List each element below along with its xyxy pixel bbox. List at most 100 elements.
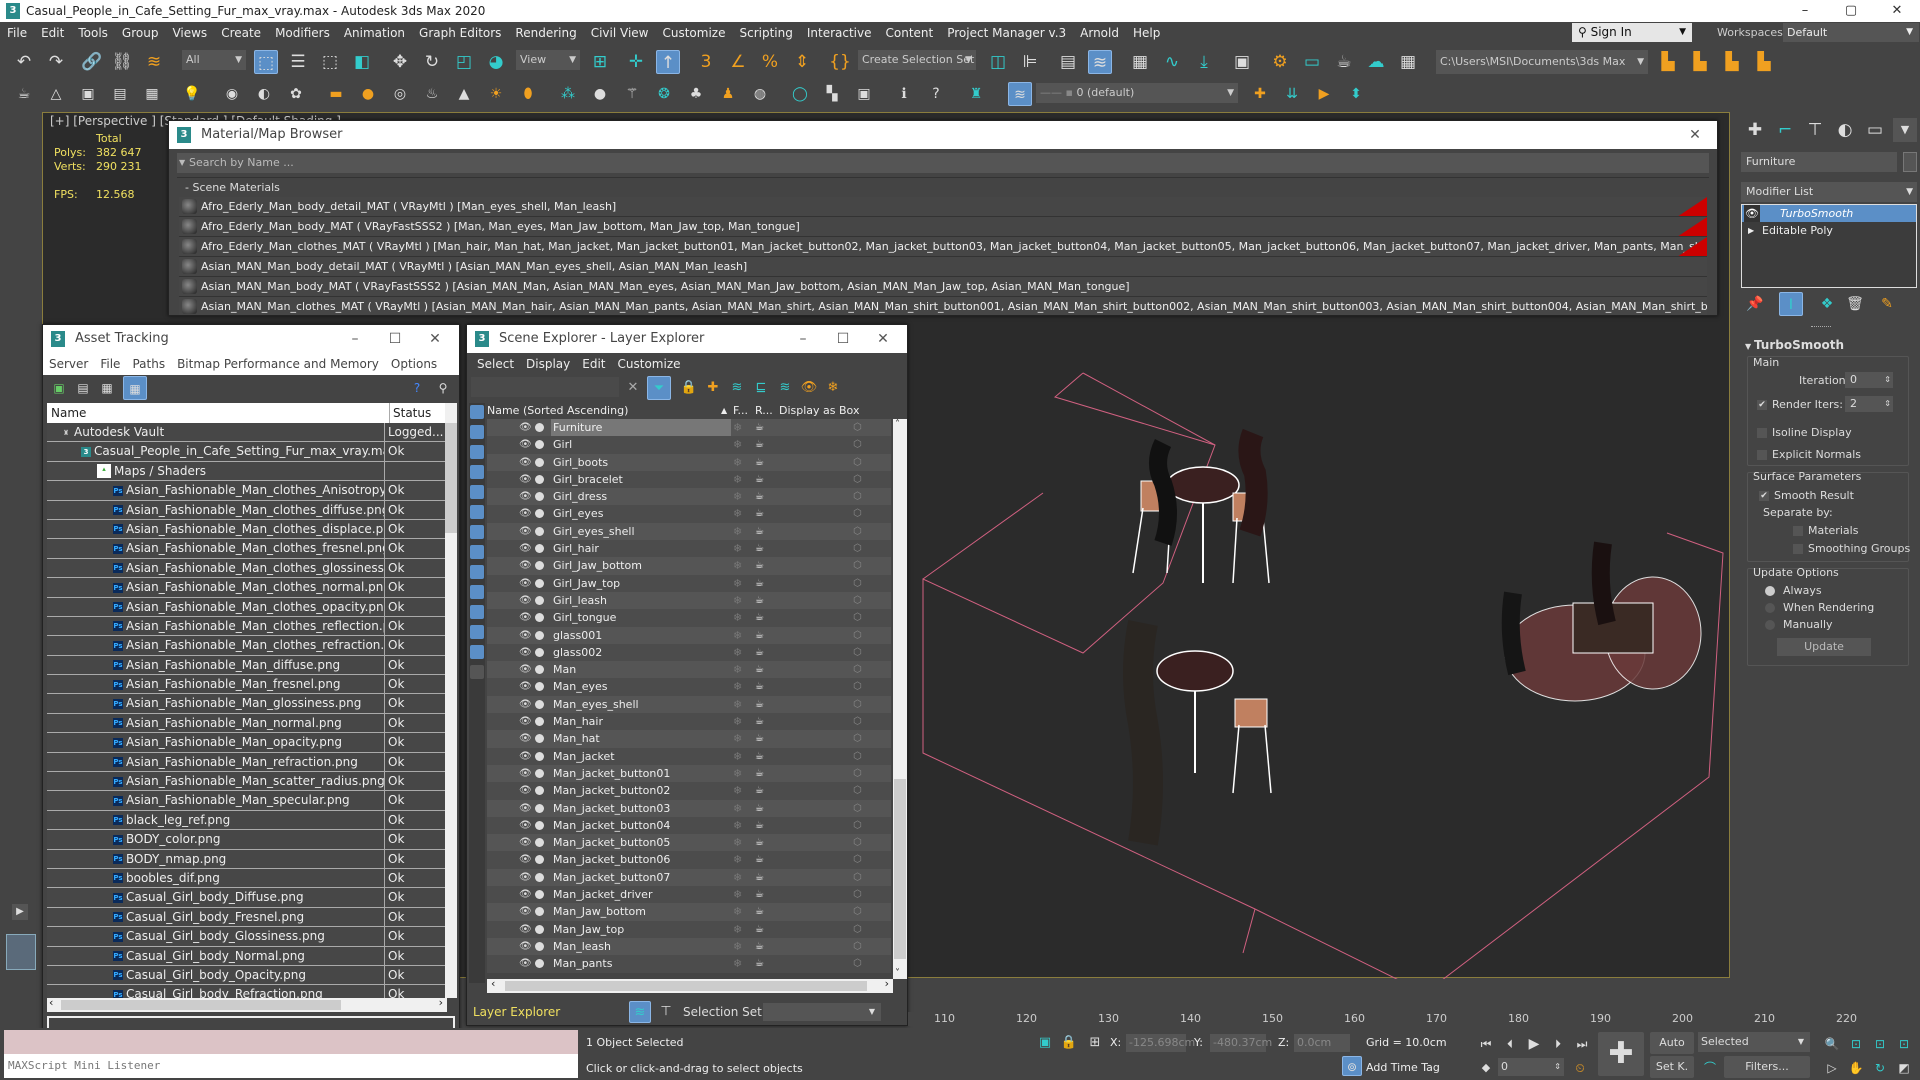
scale-icon[interactable]: ◰ [452, 50, 476, 74]
scene-object-row[interactable]: 👁 Man ❄ ☕ ⬡ [487, 661, 891, 679]
material-browser-titlebar[interactable]: 3 Material/Map Browser ✕ [169, 121, 1717, 149]
freeze-icon[interactable]: ❄ [733, 782, 742, 799]
display-as-box-icon[interactable]: ⬡ [853, 921, 862, 938]
spinner-snap-icon[interactable]: ⇕ [790, 50, 814, 74]
redo-icon[interactable]: ↷ [44, 50, 68, 74]
filter-icon[interactable]: ⏷ [647, 376, 671, 400]
asset-row[interactable]: Ps Asian_Fashionable_Man_clothes_refracti… [47, 636, 447, 656]
scene-object-row[interactable]: 👁 Girl_eyes ❄ ☕ ⬡ [487, 505, 891, 523]
display-as-box-icon[interactable]: ⬡ [853, 938, 862, 955]
renderable-teapot-icon[interactable]: ☕ [755, 748, 764, 765]
menu-customize[interactable]: Customize [612, 353, 687, 375]
plane-icon[interactable]: ▬ [324, 82, 348, 106]
display-frozen-icon[interactable] [470, 625, 484, 639]
light-icon[interactable]: 💡 [180, 82, 204, 106]
asset-row[interactable]: Ps Asian_Fashionable_Man_clothes_normal.p… [47, 578, 447, 598]
menu-create[interactable]: Create [214, 22, 268, 44]
layer-status-dot-icon[interactable] [535, 509, 544, 519]
layer-status-dot-icon[interactable] [535, 578, 544, 588]
isolate-selection-icon[interactable]: ▣ [1036, 1034, 1054, 1052]
renderable-teapot-icon[interactable]: ☕ [755, 921, 764, 938]
workspaces-dropdown[interactable]: Default ▼ [1783, 23, 1919, 42]
scene-object-row[interactable]: 👁 Man_jacket_button06 ❄ ☕ ⬡ [487, 851, 891, 869]
zoom-icon[interactable]: 🔍 [1822, 1032, 1842, 1052]
freeze-icon[interactable]: ❄ [733, 748, 742, 765]
visibility-eye-icon[interactable]: 👁 [519, 955, 532, 972]
visibility-eye-icon[interactable]: 👁 [519, 644, 532, 661]
unlink-icon[interactable]: ⛓ [110, 50, 134, 74]
renderable-teapot-icon[interactable]: ☕ [755, 903, 764, 920]
layer-status-dot-icon[interactable] [535, 734, 544, 744]
layer-status-dot-icon[interactable] [535, 682, 544, 692]
scroll-down-icon[interactable]: ˅ [895, 968, 900, 979]
layer-status-dot-icon[interactable] [535, 803, 544, 813]
asset-row[interactable]: Ps Asian_Fashionable_Man_fresnel.png Ok [47, 675, 447, 695]
visibility-eye-icon[interactable]: 👁 [519, 523, 532, 540]
display-as-box-icon[interactable]: ⬡ [853, 540, 862, 557]
display-as-box-icon[interactable]: ⬡ [853, 886, 862, 903]
scene-object-row[interactable]: 👁 glass001 ❄ ☕ ⬡ [487, 626, 891, 644]
visibility-eye-icon[interactable]: 👁 [519, 886, 532, 903]
renderable-teapot-icon[interactable]: ☕ [755, 678, 764, 695]
renderable-teapot-icon[interactable]: ☕ [755, 800, 764, 817]
visibility-eye-icon[interactable]: 👁 [519, 696, 532, 713]
scroll-up-icon[interactable]: ˄ [895, 419, 900, 430]
material-search-input[interactable]: ▼ Search by Name ... [177, 153, 1709, 173]
display-spacewarps-icon[interactable] [470, 525, 484, 539]
fur-icon[interactable]: ⁂ [556, 82, 580, 106]
teapot-prim-icon[interactable]: ♨ [420, 82, 444, 106]
freeze-icon[interactable]: ❄ [733, 609, 742, 626]
visibility-eye-icon[interactable]: 👁 [519, 869, 532, 886]
visibility-eye-icon[interactable]: 👁 [519, 782, 532, 799]
layer-status-dot-icon[interactable] [535, 595, 544, 605]
move-icon[interactable]: ✥ [388, 50, 412, 74]
menu-server[interactable]: Server [43, 353, 94, 375]
scene-object-row[interactable]: 👁 Man_jacket_button03 ❄ ☕ ⬡ [487, 799, 891, 817]
asset-row[interactable]: Ps Asian_Fashionable_Man_clothes_Anisotro… [47, 481, 447, 501]
expand-arrow-icon[interactable]: ▶ [1748, 222, 1754, 239]
layer-status-dot-icon[interactable] [535, 423, 544, 432]
renderable-teapot-icon[interactable]: ☕ [755, 644, 764, 661]
layers-toggle-icon[interactable]: ≋ [1008, 82, 1032, 106]
hide-layer-icon[interactable]: 👁 [797, 376, 821, 400]
layer-explorer-icon[interactable]: ≋ [1088, 50, 1112, 74]
scene-horizontal-scrollbar[interactable]: ‹ › [487, 977, 893, 993]
y-coordinate-field[interactable]: -480.37cm [1210, 1034, 1272, 1052]
menu-project-manager[interactable]: Project Manager v.3 [940, 22, 1073, 44]
menu-graph-editors[interactable]: Graph Editors [412, 22, 508, 44]
asset-row[interactable]: Ps Casual_Girl_body_Normal.png Ok [47, 946, 447, 966]
renderable-teapot-icon[interactable]: ☕ [755, 886, 764, 903]
mirror-icon[interactable]: ◫ [986, 50, 1010, 74]
modify-tab-icon[interactable]: ⌐ [1773, 118, 1797, 142]
scene-search-input[interactable] [471, 377, 619, 397]
display-as-box-icon[interactable]: ⬡ [853, 678, 862, 695]
layer-status-dot-icon[interactable] [535, 699, 544, 709]
schematic-view-icon[interactable]: ⤓ [1192, 50, 1216, 74]
stack-item-editable-poly[interactable]: ▶ Editable Poly [1742, 222, 1916, 239]
asset-row[interactable]: Ps boobles_dif.png Ok [47, 868, 447, 889]
display-lights-icon[interactable] [470, 465, 484, 479]
freeze-icon[interactable]: ❄ [733, 903, 742, 920]
scene-object-row[interactable]: 👁 Man_Jaw_top ❄ ☕ ⬡ [487, 920, 891, 938]
display-as-box-icon[interactable]: ⬡ [853, 488, 862, 505]
hierarchy-tab-icon[interactable]: ⊤ [1803, 118, 1827, 142]
zoom-extents-icon[interactable]: ⊡ [1870, 1032, 1890, 1052]
camera-icon[interactable]: ◉ [220, 82, 244, 106]
renderable-teapot-icon[interactable]: ☕ [755, 661, 764, 678]
menu-display[interactable]: Display [520, 353, 576, 375]
orbit-icon[interactable]: ↻ [1870, 1056, 1890, 1076]
scene-object-row[interactable]: 👁 Girl_hair ❄ ☕ ⬡ [487, 540, 891, 558]
layer-status-dot-icon[interactable] [535, 526, 544, 536]
visibility-eye-icon[interactable]: 👁 [519, 557, 532, 574]
vray-icon[interactable]: ✿ [284, 82, 308, 106]
glass-sphere-icon[interactable]: ◯ [788, 82, 812, 106]
set-key-big-button[interactable]: ✚ [1598, 1032, 1644, 1076]
expand-arrow-icon[interactable]: ▶ [12, 904, 28, 920]
scene-explorer-icon[interactable]: ▤ [1056, 50, 1080, 74]
renderable-teapot-icon[interactable]: ☕ [755, 454, 764, 471]
asset-row[interactable]: Ps Casual_Girl_body_Fresnel.png Ok [47, 907, 447, 928]
help-icon[interactable]: ? [405, 376, 429, 400]
renderable-teapot-icon[interactable]: ☕ [755, 505, 764, 522]
materials-checkbox[interactable] [1793, 526, 1803, 536]
object-color-swatch[interactable] [1903, 152, 1917, 172]
